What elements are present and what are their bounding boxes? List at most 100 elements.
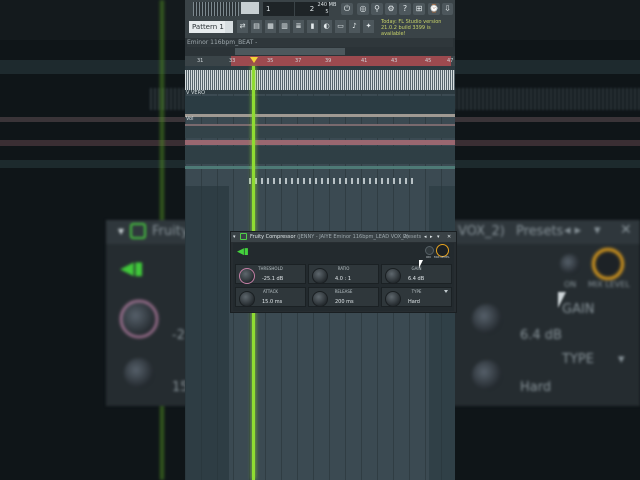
wait-icon[interactable]: ⚲ bbox=[371, 3, 383, 15]
plugin-header[interactable]: ▾ Fruity Compressor (JENNY - JAIYE Emino… bbox=[231, 232, 456, 242]
mix-level-label: MIX LEVEL bbox=[434, 255, 450, 259]
next-preset-icon[interactable]: ▸ bbox=[430, 232, 433, 242]
type-dropdown-icon[interactable] bbox=[444, 290, 448, 293]
tool-draw-icon[interactable]: ⇄ bbox=[237, 20, 248, 33]
bg-gain-label: GAIN bbox=[562, 302, 595, 317]
tool-piano-roll-icon[interactable]: ▥ bbox=[279, 20, 290, 33]
browser-icon[interactable]: ⌚ bbox=[428, 3, 440, 15]
release-knob[interactable] bbox=[312, 291, 328, 307]
download-icon[interactable]: ⇩ bbox=[442, 3, 453, 15]
pattern-selector[interactable]: Pattern 1 bbox=[189, 21, 226, 33]
plugin-icon[interactable] bbox=[240, 233, 247, 240]
prev-preset-icon[interactable]: ◂ bbox=[424, 232, 427, 242]
attack-knob[interactable] bbox=[239, 291, 255, 307]
loop-region[interactable] bbox=[231, 56, 451, 66]
threshold-value: -25.1 dB bbox=[262, 276, 284, 282]
threshold-knob[interactable] bbox=[239, 268, 255, 284]
cpu-readout: 5 bbox=[325, 9, 329, 15]
metronome-icon[interactable]: ⏻ bbox=[341, 3, 353, 15]
ratio-control[interactable]: RATIO 4.0 : 1 bbox=[308, 264, 379, 284]
track-column-shade bbox=[185, 186, 229, 480]
ruler-tick: 33 bbox=[229, 58, 236, 64]
tool-speaker-icon[interactable]: ♪ bbox=[349, 20, 360, 33]
ruler-tick: 39 bbox=[325, 58, 332, 64]
news-panel[interactable]: Today: FL Studio version 21.0.2 build 33… bbox=[381, 19, 453, 37]
audio-clip-waveform[interactable] bbox=[185, 70, 455, 90]
tool-settings-icon[interactable]: ✦ bbox=[363, 20, 374, 33]
ruler-tick: 37 bbox=[295, 58, 302, 64]
bg-presets: Presets bbox=[516, 224, 564, 239]
tool-plugin-icon[interactable]: ◐ bbox=[321, 20, 332, 33]
bg-gain-value: 6.4 dB bbox=[520, 328, 562, 343]
tool-channel-rack-icon[interactable]: ≣ bbox=[293, 20, 304, 33]
playhead-marker-icon[interactable] bbox=[250, 57, 258, 63]
bg-on-knob bbox=[560, 254, 580, 274]
plugin-body: ◀▮ ON MIX LEVEL THRESHOLD -25.1 dB RATIO… bbox=[233, 243, 454, 311]
track-label: Vol bbox=[186, 116, 194, 122]
tool-playlist-icon[interactable]: ▦ bbox=[265, 20, 276, 33]
playlist-horizontal-scrollbar[interactable] bbox=[185, 47, 455, 56]
plugin-title-wrap: Fruity Compressor (JENNY - JAIYE Eminor … bbox=[250, 232, 409, 242]
attack-value: 15.0 ms bbox=[262, 299, 283, 305]
tool-mixer-icon[interactable]: ▮ bbox=[307, 20, 318, 33]
track-clip-stripe[interactable] bbox=[185, 140, 455, 145]
collapse-icon[interactable]: ▾ bbox=[233, 232, 236, 242]
bg-close-icon: ✕ bbox=[620, 222, 632, 238]
pattern-song-toggle[interactable] bbox=[241, 2, 259, 14]
pattern-add-button[interactable] bbox=[225, 21, 233, 33]
ruler-tick: 35 bbox=[267, 58, 274, 64]
on-knob[interactable] bbox=[425, 246, 434, 255]
playlist-title: Eminor 116bpm_BEAT - bbox=[187, 38, 453, 47]
release-control[interactable]: RELEASE 200 ms bbox=[308, 287, 379, 307]
gain-knob[interactable] bbox=[385, 268, 401, 284]
bg-plugin-icon bbox=[130, 223, 146, 239]
main-toolbar: 1 2 240 MB 5 ⏻ ◎ ⚲ ⚙ ? ⊞ ⌚ ⇩ Pattern 1 ⇄… bbox=[185, 0, 455, 38]
bg-collapse-icon: ▾ bbox=[118, 224, 125, 238]
bg-menu-icon: ▾ bbox=[594, 223, 601, 238]
bg-type-knob bbox=[472, 360, 502, 390]
bg-threshold-value: -2 bbox=[172, 328, 185, 343]
track-clip-stripe[interactable] bbox=[185, 114, 455, 117]
type-knob[interactable] bbox=[385, 291, 401, 307]
tool-paint-icon[interactable]: ▤ bbox=[251, 20, 262, 33]
on-label: ON bbox=[426, 255, 431, 259]
track-row[interactable] bbox=[185, 146, 455, 164]
bg-mix-knob bbox=[592, 248, 624, 280]
bg-type-dropdown-icon: ▾ bbox=[618, 352, 625, 367]
menu-arrow-icon[interactable]: ▾ bbox=[437, 232, 440, 242]
help-icon[interactable]: ? bbox=[399, 3, 411, 15]
bg-type-value: Hard bbox=[520, 380, 552, 395]
bg-arrows-icon: ◂ ▸ bbox=[564, 223, 582, 238]
close-icon[interactable]: ✕ bbox=[447, 232, 451, 242]
track-row[interactable] bbox=[185, 96, 455, 114]
ruler-tick: 43 bbox=[391, 58, 398, 64]
track-lead-vox[interactable] bbox=[185, 66, 455, 94]
tool-browser-icon[interactable]: ▭ bbox=[335, 20, 346, 33]
record-icon[interactable]: ◎ bbox=[357, 3, 369, 15]
bg-attack-knob bbox=[124, 358, 154, 388]
ratio-knob[interactable] bbox=[312, 268, 328, 284]
track-row[interactable] bbox=[185, 126, 455, 138]
bg-gain-knob bbox=[472, 304, 502, 334]
presets-button[interactable]: Presets bbox=[403, 232, 421, 242]
release-value: 200 ms bbox=[335, 299, 354, 305]
ruler-tick: 45 bbox=[425, 58, 432, 64]
bg-threshold-knob bbox=[120, 300, 158, 338]
mixer-icon[interactable]: ⚙ bbox=[385, 3, 397, 15]
ratio-value: 4.0 : 1 bbox=[335, 276, 351, 282]
gain-control[interactable]: GAIN 6.4 dB bbox=[381, 264, 452, 284]
scrollbar-thumb[interactable] bbox=[235, 48, 345, 55]
audio-clip-small-waveform[interactable] bbox=[249, 178, 417, 184]
attack-control[interactable]: ATTACK 15.0 ms bbox=[235, 287, 306, 307]
counter-box-1[interactable]: 1 bbox=[263, 2, 294, 16]
track-clip-stripe[interactable] bbox=[185, 166, 455, 169]
type-control[interactable]: TYPE Hard bbox=[381, 287, 452, 307]
bg-plug-icon: ◀▮ bbox=[120, 258, 144, 279]
threshold-control[interactable]: THRESHOLD -25.1 dB bbox=[235, 264, 306, 284]
bg-mouse-cursor-icon bbox=[558, 292, 566, 308]
fruity-compressor-window[interactable]: ▾ Fruity Compressor (JENNY - JAIYE Emino… bbox=[230, 231, 457, 313]
timeline-ruler[interactable]: 31 33 35 37 39 41 43 45 47 bbox=[185, 56, 455, 66]
memory-readout: 240 MB bbox=[317, 2, 337, 8]
tempo-icon[interactable]: ⊞ bbox=[413, 3, 425, 15]
fruity-plug-icon: ◀▮ bbox=[237, 247, 249, 257]
